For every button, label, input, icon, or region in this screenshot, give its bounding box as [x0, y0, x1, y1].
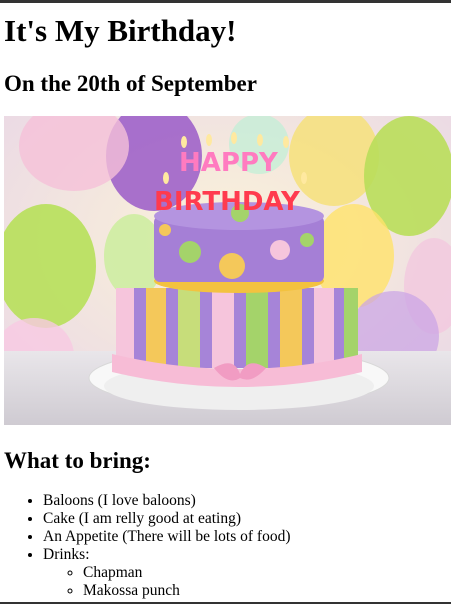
drink-item: Chapman	[83, 564, 443, 582]
list-item: Baloons (I love baloons)	[43, 492, 443, 510]
list-item: Cake (I am relly good at eating)	[43, 510, 443, 528]
candle-text-birthday: BIRTHDAY	[154, 187, 301, 217]
birthday-cake-image: HAPPY BIRTHDAY	[4, 116, 451, 425]
page-title: It's My Birthday!	[4, 13, 237, 48]
drink-item: Makossa punch	[83, 582, 443, 600]
top-border	[0, 0, 451, 3]
page-subtitle: On the 20th of September	[4, 71, 257, 96]
list-item: An Appetite (There will be lots of food)	[43, 528, 443, 546]
section-heading: What to bring:	[4, 448, 151, 473]
drinks-label: Drinks:	[43, 546, 90, 563]
list-item-drinks: Drinks: Chapman Makossa punch	[43, 546, 443, 600]
drinks-list: Chapman Makossa punch	[43, 564, 443, 600]
candle-text-happy: HAPPY	[179, 148, 279, 178]
bring-list: Baloons (I love baloons) Cake (I am rell…	[4, 492, 443, 600]
